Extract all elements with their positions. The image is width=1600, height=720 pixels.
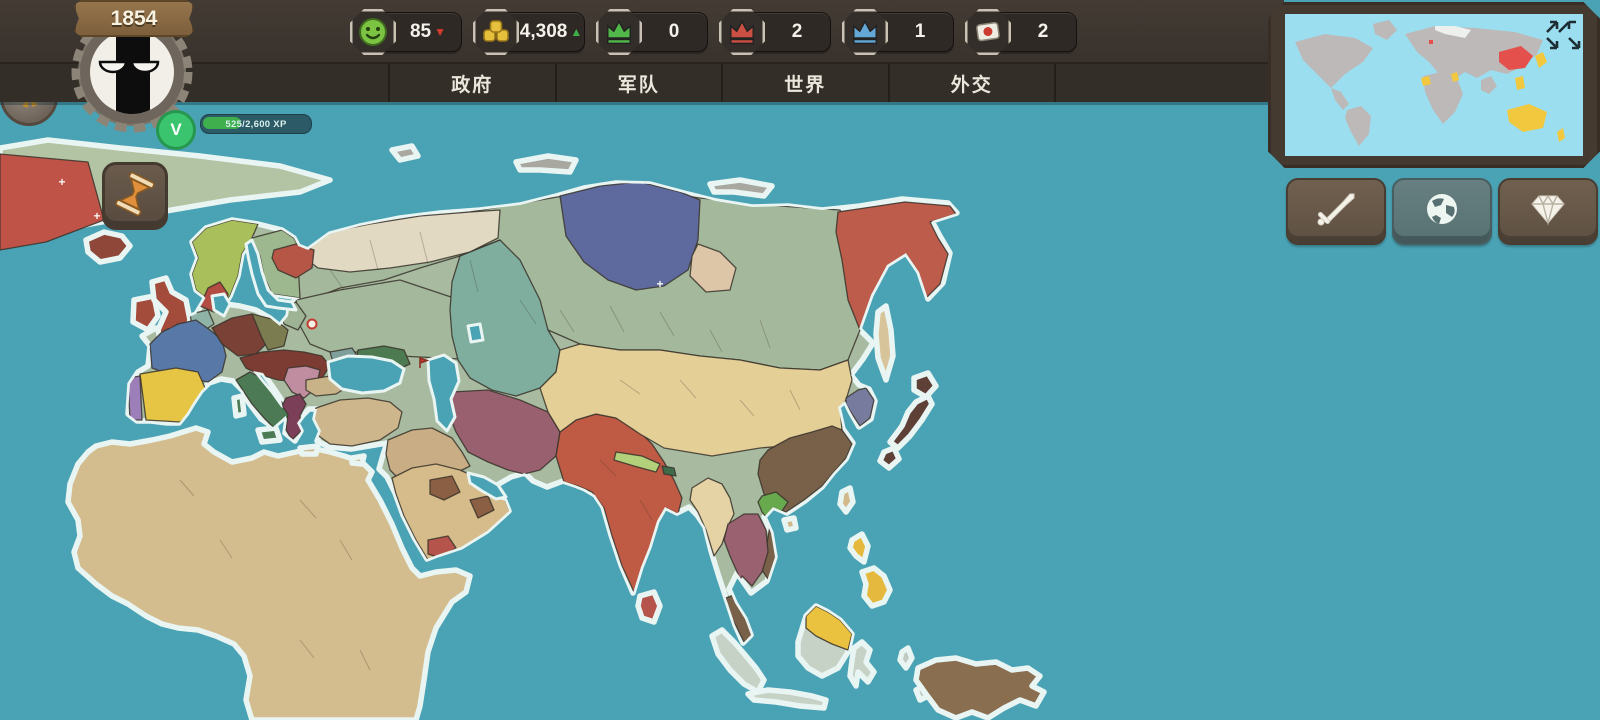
crown-icon (596, 9, 642, 55)
resource-gold[interactable]: 4,308 ▲ (473, 9, 585, 55)
tab-label: 世界 (784, 74, 827, 96)
region-japan[interactable] (890, 396, 932, 448)
resource-crown-red[interactable]: 2 (719, 9, 831, 55)
region-cyprus[interactable] (352, 456, 364, 464)
region-arctic-isles[interactable] (516, 156, 576, 172)
region-ceylon[interactable] (638, 592, 660, 622)
globe-icon (1422, 189, 1462, 234)
level-badge[interactable]: V (156, 110, 196, 150)
region-java[interactable] (748, 690, 826, 708)
resource-crown-blue[interactable]: 1 (842, 9, 954, 55)
region-sakhalin[interactable] (876, 306, 893, 380)
xp-label: 525/2,600 XP (225, 118, 287, 130)
resource-value: 0 (668, 21, 680, 42)
world-button[interactable] (1392, 178, 1492, 245)
coins-icon (473, 9, 519, 55)
trend-down-icon: ▼ (434, 25, 447, 39)
xp-bar: 525/2,600 XP (200, 114, 312, 134)
region-sardinia[interactable] (234, 396, 244, 416)
sword-icon (1313, 190, 1359, 233)
region-luzon[interactable] (850, 534, 868, 562)
resource-happiness[interactable]: 85 ▼ (350, 9, 462, 55)
region-arctic-isles[interactable] (710, 180, 772, 196)
region-na-red[interactable] (0, 153, 105, 251)
crown-icon (842, 9, 888, 55)
tab-government[interactable]: 政府 (388, 64, 555, 102)
region-crete[interactable] (300, 446, 318, 454)
tab-diplomacy[interactable]: 外交 (887, 64, 1056, 102)
minimap[interactable] (1268, 2, 1600, 168)
resource-treaty[interactable]: 2 (965, 9, 1077, 55)
tab-label: 军队 (617, 74, 660, 96)
tab-world[interactable]: 世界 (721, 64, 888, 102)
resource-value: 2 (1037, 21, 1049, 42)
region-japan[interactable] (914, 373, 936, 397)
year-banner: 1854 (74, 0, 194, 37)
region-spain[interactable] (139, 367, 207, 423)
tab-label: 政府 (451, 74, 494, 96)
avatar-left-eye (98, 60, 128, 74)
plus-marker-icon: + (93, 209, 100, 223)
time-control-button[interactable] (102, 162, 168, 230)
resource-value: 4,308 (519, 21, 568, 42)
region-taiwan[interactable] (840, 488, 853, 512)
flag-icon (965, 9, 1011, 55)
trend-up-icon: ▲ (570, 25, 583, 39)
region-iceland[interactable] (86, 232, 130, 262)
region-hainan[interactable] (784, 518, 796, 530)
minimap-europe-speck (1429, 40, 1433, 44)
region-sumatra[interactable] (712, 630, 764, 692)
region-japan[interactable] (880, 448, 899, 468)
resource-value: 1 (914, 21, 926, 42)
diamond-icon (1526, 191, 1570, 232)
military-button[interactable] (1286, 178, 1386, 245)
region-halmahera[interactable] (900, 648, 912, 668)
resource-value: 2 (791, 21, 803, 42)
resource-value: 85 (409, 21, 432, 42)
plus-marker-icon: + (656, 277, 663, 291)
hourglass-icon (113, 171, 157, 222)
region-svalbard[interactable] (392, 146, 418, 160)
resource-crown-green[interactable]: 0 (596, 9, 708, 55)
avatar-right-eye (130, 60, 160, 74)
region-bhutan[interactable] (661, 465, 677, 477)
region-sicily[interactable] (258, 428, 280, 442)
ring-marker-icon (306, 318, 318, 330)
region-sulawesi[interactable] (850, 642, 874, 686)
resource-pills: 85 ▼ 4,308 ▲ 0 2 1 2 (350, 9, 1077, 55)
region-mindanao[interactable] (862, 568, 890, 606)
tab-military[interactable]: 军队 (554, 64, 722, 102)
tab-label: 外交 (950, 74, 993, 96)
crown-icon (719, 9, 765, 55)
plus-marker-icon: + (58, 175, 65, 189)
region-new-guinea[interactable] (916, 658, 1044, 718)
premium-button[interactable] (1498, 178, 1598, 245)
